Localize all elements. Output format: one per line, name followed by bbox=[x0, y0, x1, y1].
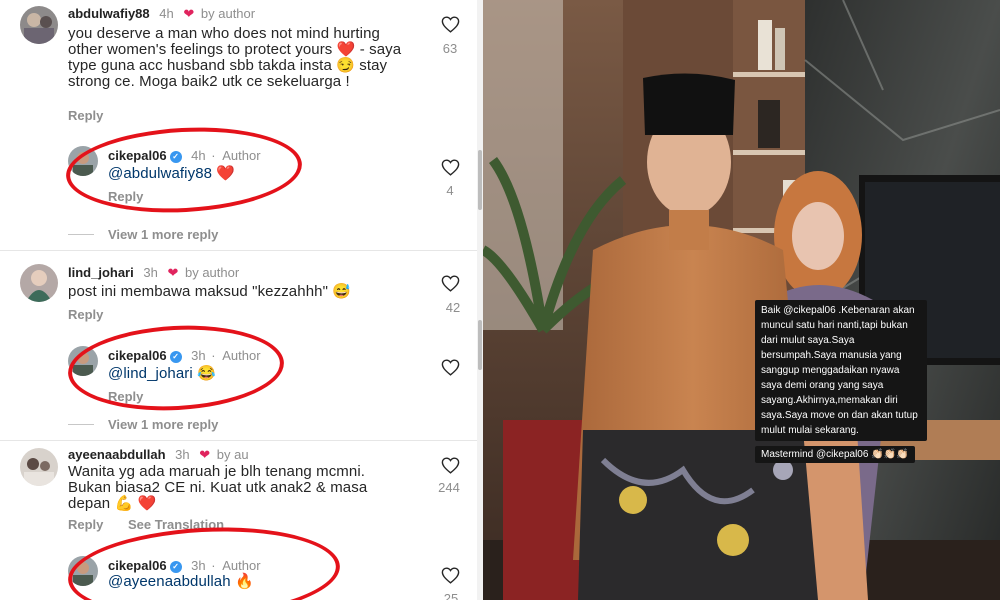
heart-outline-icon[interactable] bbox=[440, 457, 460, 479]
comment-time: 3h bbox=[175, 447, 190, 462]
like-count: 25 bbox=[443, 591, 459, 600]
flexed-biceps-emoji: 💪 bbox=[114, 495, 134, 512]
like-count: 244 bbox=[438, 480, 460, 495]
like-count: 4 bbox=[446, 183, 454, 198]
grin-sweat-emoji: 😅 bbox=[332, 283, 352, 300]
heart-outline-icon[interactable] bbox=[440, 16, 460, 38]
avatar[interactable] bbox=[20, 264, 58, 302]
reply-button[interactable]: Reply bbox=[68, 307, 103, 322]
like-count: 63 bbox=[442, 41, 458, 56]
author-liked-heart-icon: ❤ bbox=[199, 447, 211, 462]
red-heart-emoji: ❤️ bbox=[336, 41, 356, 58]
by-author-label: by author bbox=[200, 6, 256, 21]
divider bbox=[0, 440, 483, 441]
heart-outline-icon[interactable] bbox=[440, 275, 460, 297]
reply-button[interactable]: Reply bbox=[68, 108, 103, 123]
comment-text: Wanita yg ada maruah je blh tenang mcmni… bbox=[68, 463, 368, 512]
avatar[interactable] bbox=[20, 6, 58, 44]
comment-text: you deserve a man who does not mind hurt… bbox=[68, 25, 402, 90]
view-more-replies-button[interactable]: View 1 more reply bbox=[68, 227, 218, 242]
scrollbar-thumb[interactable] bbox=[478, 320, 482, 370]
like-count: 42 bbox=[445, 300, 461, 315]
author-liked-heart-icon: ❤ bbox=[167, 265, 179, 280]
author-liked-heart-icon: ❤ bbox=[183, 6, 195, 21]
heart-outline-icon[interactable] bbox=[440, 159, 460, 181]
reply-button[interactable]: Reply bbox=[68, 517, 103, 532]
scrollbar-thumb[interactable] bbox=[478, 150, 482, 210]
comment-time: 3h bbox=[143, 265, 158, 280]
smirk-emoji: 😏 bbox=[336, 57, 355, 74]
highlight-circle bbox=[65, 520, 343, 600]
story-text-overlay: Baik @cikepal06 .Kebenaran akan muncul s… bbox=[755, 300, 927, 441]
comment-feed: abdulwafiy88 4h ❤ by author you deserve … bbox=[0, 0, 483, 600]
divider bbox=[0, 250, 483, 251]
view-more-replies-button[interactable]: View 1 more reply bbox=[68, 417, 218, 432]
highlight-circle bbox=[63, 121, 305, 219]
avatar[interactable] bbox=[20, 448, 58, 486]
comment-username[interactable]: abdulwafiy88 bbox=[68, 6, 150, 21]
by-author-label: by au bbox=[216, 447, 249, 462]
heart-outline-icon[interactable] bbox=[440, 567, 460, 589]
comment-username[interactable]: lind_johari bbox=[68, 265, 134, 280]
story-credit-overlay: Mastermind @cikepal06 👏🏻👏🏻👏🏻 bbox=[755, 446, 915, 463]
by-author-label: by author bbox=[184, 265, 240, 280]
highlight-circle bbox=[65, 320, 287, 416]
comment-time: 4h bbox=[159, 6, 174, 21]
couple-photo: Baik @cikepal06 .Kebenaran akan muncul s… bbox=[483, 0, 1000, 600]
comment-username[interactable]: ayeenaabdullah bbox=[68, 447, 166, 462]
red-heart-emoji: ❤️ bbox=[137, 495, 157, 512]
comment-text: post ini membawa maksud "kezzahhh" 😅 bbox=[68, 283, 352, 300]
heart-outline-icon[interactable] bbox=[440, 359, 460, 381]
